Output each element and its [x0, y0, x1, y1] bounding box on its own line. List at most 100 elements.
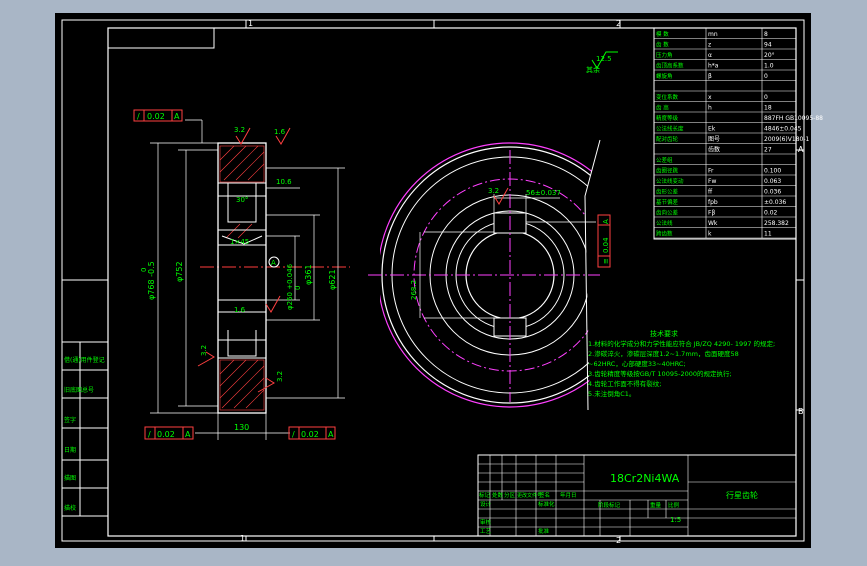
dim-d361: φ361	[304, 264, 313, 285]
svg-text:/: /	[148, 430, 151, 439]
tb-label-count: 处数	[492, 491, 504, 499]
zone-right-a: A	[798, 145, 804, 154]
cad-drawing: 1 2 1 2 A B 借(通)用件登记 旧底图总号 签字 日期 描图 描校 φ…	[55, 13, 823, 548]
svg-text:A: A	[602, 219, 610, 224]
svg-text:A: A	[328, 430, 334, 439]
dim-width: 130	[234, 423, 249, 432]
tech-req-line-3: ~62HRC，心部硬度33~40HRC;	[588, 359, 686, 368]
param-cell-val: 0.02	[764, 210, 778, 217]
dim-d752: φ752	[175, 261, 184, 282]
param-cell-name: 齿向公差	[656, 209, 679, 217]
side-label-3: 签字	[64, 416, 76, 424]
tb-label-sign: 签名	[539, 491, 550, 499]
tb-label-process: 工艺	[480, 528, 492, 535]
svg-text:/: /	[137, 112, 140, 121]
param-cell-name: 齿形公差	[656, 188, 679, 196]
param-cell-sym: α	[708, 52, 712, 59]
roughness-5: 3.2	[276, 371, 284, 382]
param-cell-val: 1.0	[764, 63, 774, 70]
dim-chamfer: 1×45	[230, 238, 249, 246]
param-cell-sym: mn	[708, 31, 718, 38]
param-cell-name: 螺旋角	[656, 72, 673, 80]
tb-label-zone: 分区	[504, 491, 516, 499]
dim-10-6: 10.6	[276, 178, 292, 186]
dim-d250: φ250 +0.046	[286, 263, 294, 310]
svg-text:0.02: 0.02	[157, 430, 175, 439]
svg-text:12.5: 12.5	[596, 55, 612, 63]
param-cell-sym: Fr	[708, 168, 714, 175]
param-cell-sym: 图号	[708, 136, 720, 143]
dim-radius: 268.2	[410, 280, 418, 300]
svg-text:0.04: 0.04	[602, 237, 610, 253]
param-cell-sym: k	[708, 231, 712, 238]
tb-label-review: 审核	[480, 518, 492, 526]
dim-d768-top: 0	[140, 268, 148, 272]
param-cell-name: 齿 高	[656, 104, 669, 112]
svg-text:0.02: 0.02	[301, 430, 319, 439]
datum-label: A	[271, 259, 276, 267]
param-cell-sym: z	[708, 42, 711, 49]
side-label-5: 描图	[64, 474, 76, 482]
param-cell-val: 258.382	[764, 220, 789, 227]
tech-req-line-5: 4.齿轮工作面不得有裂纹;	[588, 379, 661, 388]
param-cell-val: 0	[764, 94, 768, 101]
param-cell-name: 公法线	[656, 219, 673, 227]
tb-label-approve: 批准	[538, 527, 550, 535]
param-cell-sym: fpb	[708, 199, 718, 206]
param-cell-name: 跨齿数	[656, 230, 673, 238]
tb-label-std: 标准化	[538, 500, 555, 508]
roughness-3: 1.6	[234, 306, 246, 314]
param-cell-sym: β	[708, 73, 712, 80]
roughness-4: 3.2	[200, 345, 208, 356]
zone-bottom-2: 2	[616, 536, 621, 545]
tb-label-design: 设计	[480, 500, 492, 508]
param-cell-sym: Fβ	[708, 210, 715, 217]
zone-top-2: 2	[616, 19, 621, 28]
svg-text:0.02: 0.02	[147, 112, 165, 121]
param-cell-val: 0	[764, 73, 768, 80]
param-cell-val: 27	[764, 147, 772, 154]
tech-req-line-4: 3.齿轮精度等级按GB/T 10095-2000的规定执行;	[588, 369, 732, 378]
param-cell-sym: h*a	[708, 63, 719, 70]
side-label-4: 日期	[64, 446, 76, 454]
param-cell-name: 配对齿轮	[656, 135, 679, 143]
tb-label-stage: 阶段标记	[598, 501, 621, 509]
tb-label-date: 年月日	[560, 491, 577, 499]
dim-d621: φ621	[328, 269, 337, 290]
param-cell-val: 0.036	[764, 189, 781, 196]
param-cell-sym: 齿数	[708, 146, 720, 154]
param-cell-name: 基节偏差	[656, 198, 679, 206]
param-cell-val: 8	[764, 31, 768, 38]
scale-value: 1:5	[670, 516, 681, 524]
zone-top-1: 1	[248, 19, 253, 28]
param-cell-name: 齿顶高系数	[656, 62, 684, 70]
param-cell-val: 20°	[764, 52, 775, 59]
param-cell-val: 11	[764, 231, 772, 238]
param-cell-val: 0.100	[764, 168, 781, 175]
tech-req-line-6: 5.未注倒角C1。	[588, 389, 635, 398]
svg-text:≡: ≡	[602, 258, 610, 264]
dim-d768: φ768 -0.5	[147, 261, 156, 300]
svg-text:其余: 其余	[586, 65, 600, 74]
param-cell-val: 2009(6)V180-1	[764, 136, 809, 143]
param-cell-sym: Fw	[708, 178, 716, 185]
tb-label-scale: 比例	[668, 501, 680, 509]
param-cell-val: 94	[764, 42, 772, 49]
param-cell-val: 18	[764, 105, 772, 112]
tb-label-weight: 重量	[650, 501, 662, 509]
param-cell-name: 齿圈径跳	[656, 167, 679, 175]
param-cell-name: 公法线长度	[656, 125, 684, 133]
param-cell-name: 变位系数	[656, 93, 679, 101]
param-cell-name: 公差组	[656, 156, 673, 164]
param-cell-name: 公法线变动	[656, 177, 684, 185]
param-cell-val: 887FH GB10095-88	[764, 115, 823, 122]
param-cell-sym: Ek	[708, 126, 716, 133]
dim-keyslot: 56±0.037	[526, 189, 561, 197]
dim-d250-top: 0	[294, 286, 302, 290]
drawing-canvas[interactable]	[55, 13, 811, 548]
dim-30deg: 30°	[236, 196, 248, 204]
zone-bottom-1: 1	[240, 534, 245, 543]
param-cell-sym: h	[708, 105, 712, 112]
param-cell-val: ±0.036	[764, 199, 786, 206]
tb-label-mark: 标记	[479, 491, 491, 499]
